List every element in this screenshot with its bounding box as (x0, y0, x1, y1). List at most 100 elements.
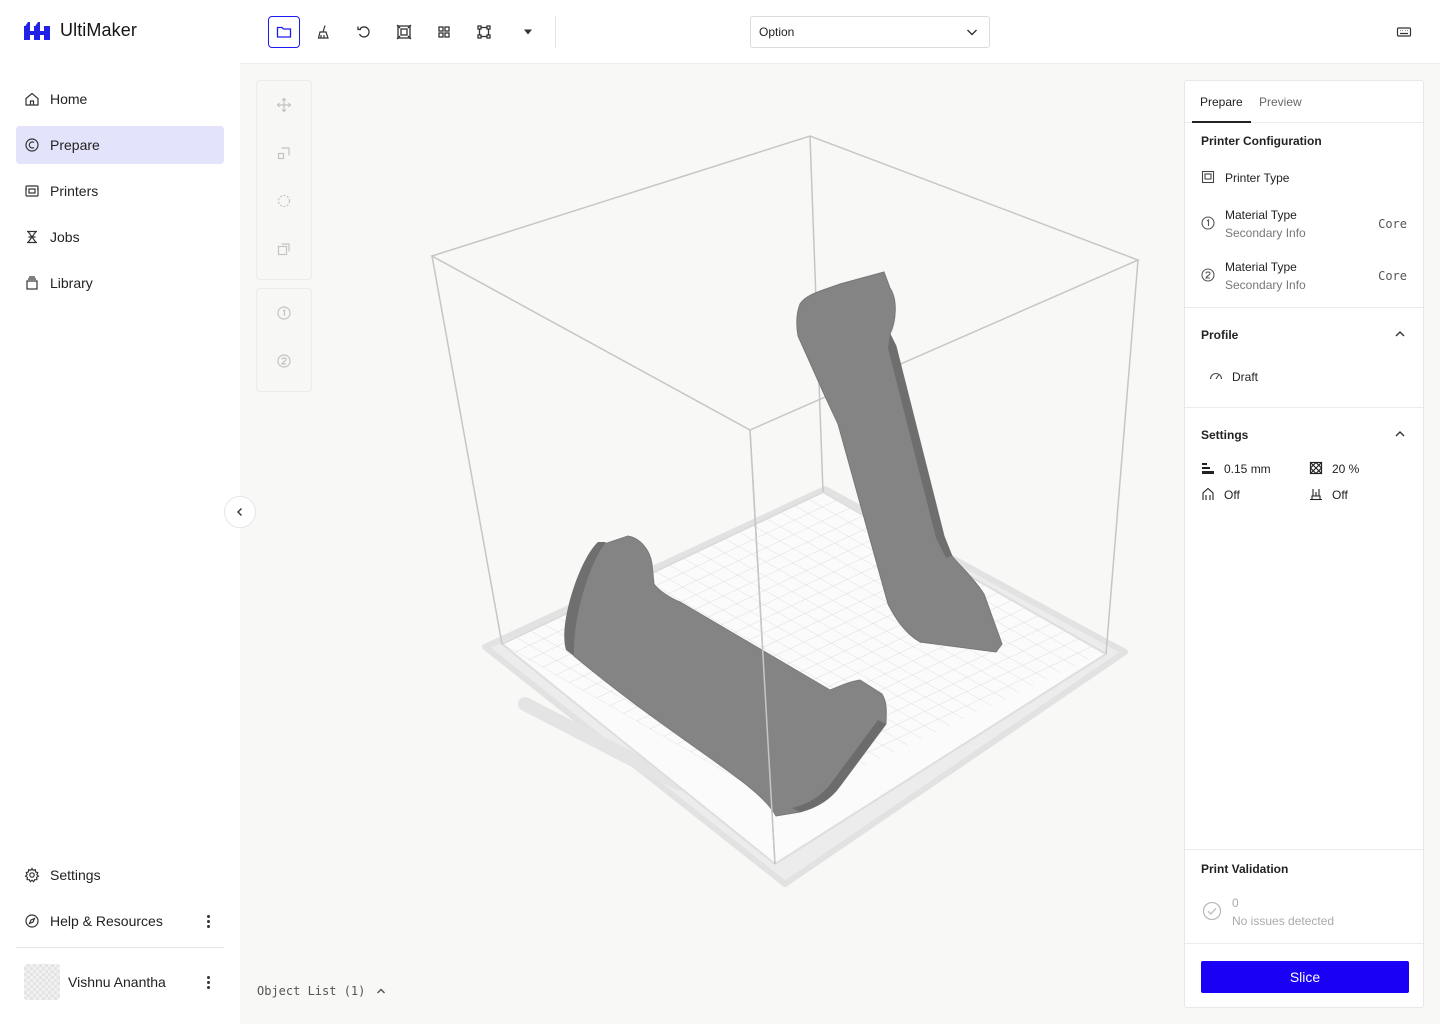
keyboard-icon (1396, 27, 1412, 37)
main-nav: Home Prepare Printers Jobs Library (16, 80, 224, 310)
section-divider (1185, 849, 1423, 850)
extruder-2-tool[interactable] (257, 337, 311, 385)
focus-frame-icon (396, 24, 412, 40)
printer-config-title: Printer Configuration (1201, 134, 1322, 148)
nav-item-printers[interactable]: Printers (16, 172, 224, 210)
nav-label: Help & Resources (50, 913, 163, 929)
material-type-label: Material Type (1225, 208, 1297, 222)
option-select-value: Option (759, 25, 795, 39)
brand-name: UltiMaker (60, 20, 137, 40)
mirror-tool[interactable] (257, 225, 311, 273)
build-volume-scene (430, 135, 1140, 887)
extruder-2-icon (1201, 268, 1215, 282)
select-frame-button[interactable] (468, 16, 500, 48)
nav-item-library[interactable]: Library (16, 264, 224, 302)
broom-icon (317, 25, 329, 39)
active-tab-indicator (1192, 121, 1251, 123)
move-icon (276, 97, 292, 113)
arrange-button[interactable] (428, 16, 460, 48)
compass-icon (25, 914, 39, 928)
collapse-sidebar-button[interactable] (224, 496, 256, 528)
extruder-1-icon (277, 306, 291, 320)
nav-item-prepare[interactable]: Prepare (16, 126, 224, 164)
issues-message: No issues detected (1232, 914, 1335, 928)
print-settings-panel: Prepare Preview Printer Configuration Pr… (1184, 80, 1424, 1008)
sidebar: UltiMaker Home Prepare Printers Jobs Lib… (0, 0, 240, 1024)
nav-item-home[interactable]: Home (16, 80, 224, 118)
nav-label: Settings (50, 867, 101, 883)
adhesion-icon (1310, 489, 1322, 501)
extruder-1-icon (1201, 216, 1215, 230)
nav-label: Home (50, 91, 88, 107)
user-more-icon[interactable] (200, 974, 216, 990)
material-type-label: Material Type (1225, 260, 1297, 274)
rotate-icon (277, 194, 291, 208)
support-icon (1202, 487, 1214, 500)
issues-count: 0 (1232, 896, 1239, 910)
keyboard-shortcuts-button[interactable] (1396, 24, 1412, 45)
tab-preview[interactable]: Preview (1259, 95, 1302, 109)
chevron-up-icon (377, 988, 386, 994)
open-folder-button[interactable] (268, 16, 300, 48)
object-list-toggle[interactable]: Object List (1) (257, 984, 387, 998)
home-icon (25, 92, 39, 106)
settings-title: Settings (1201, 428, 1249, 442)
material-secondary-info: Secondary Info (1225, 226, 1306, 240)
brand-logo[interactable]: UltiMaker (24, 20, 137, 41)
object-list-label: Object List (1) (257, 984, 366, 998)
profile-value: Draft (1232, 370, 1259, 384)
folder-icon (276, 26, 292, 38)
infill-icon (1309, 461, 1323, 475)
3d-viewport[interactable] (240, 64, 1184, 1024)
library-icon (26, 276, 38, 290)
move-tool[interactable] (257, 81, 311, 129)
section-divider (1185, 407, 1423, 408)
layer-height-icon (1202, 463, 1214, 474)
scale-icon (277, 147, 290, 160)
nav-label: Library (50, 275, 93, 291)
slice-button[interactable]: Slice (1201, 961, 1409, 993)
nav-item-settings[interactable]: Settings (16, 856, 224, 894)
extruder-1-tool[interactable] (257, 289, 311, 337)
nav-item-jobs[interactable]: Jobs (16, 218, 224, 256)
printer-type-label: Printer Type (1225, 171, 1290, 185)
gear-icon (24, 867, 40, 883)
layer-height-value: 0.15 mm (1224, 462, 1271, 476)
caret-down-icon (524, 29, 532, 35)
speedometer-icon (1209, 373, 1223, 380)
user-account[interactable]: Vishnu Anantha (24, 964, 224, 1000)
profile-collapse-icon[interactable] (1393, 327, 1407, 341)
print-validation-title: Print Validation (1201, 862, 1289, 876)
section-divider (1185, 307, 1423, 308)
nav-item-help[interactable]: Help & Resources (16, 902, 224, 940)
copy-icon (277, 243, 290, 256)
avatar (24, 964, 60, 1000)
core-label: Core (1378, 269, 1407, 283)
panel-tabs: Prepare Preview (1185, 81, 1423, 123)
extruder-2-icon (277, 354, 291, 368)
tab-prepare[interactable]: Prepare (1200, 95, 1243, 109)
printer-icon (25, 185, 39, 197)
nav-label: Prepare (50, 137, 100, 153)
help-more-icon[interactable] (200, 913, 216, 929)
settings-collapse-icon[interactable] (1393, 427, 1407, 441)
bottom-nav: Settings Help & Resources (16, 856, 224, 948)
nav-label: Jobs (50, 229, 80, 245)
clean-plate-button[interactable] (308, 16, 340, 48)
rotate-tool[interactable] (257, 177, 311, 225)
section-divider (1185, 943, 1423, 944)
chevron-down-icon (967, 29, 977, 36)
undo-button[interactable] (348, 16, 380, 48)
option-select[interactable]: Option (750, 16, 990, 48)
more-tools-dropdown[interactable] (512, 16, 544, 48)
fit-to-view-button[interactable] (388, 16, 420, 48)
core-label: Core (1378, 217, 1407, 231)
grid-icon (438, 26, 450, 38)
support-value: Off (1224, 488, 1240, 502)
scale-tool[interactable] (257, 129, 311, 177)
extruder-tools (256, 288, 312, 392)
jobs-icon (27, 230, 37, 244)
transform-tools (256, 80, 312, 280)
profile-title: Profile (1201, 328, 1239, 342)
user-name: Vishnu Anantha (68, 974, 166, 990)
